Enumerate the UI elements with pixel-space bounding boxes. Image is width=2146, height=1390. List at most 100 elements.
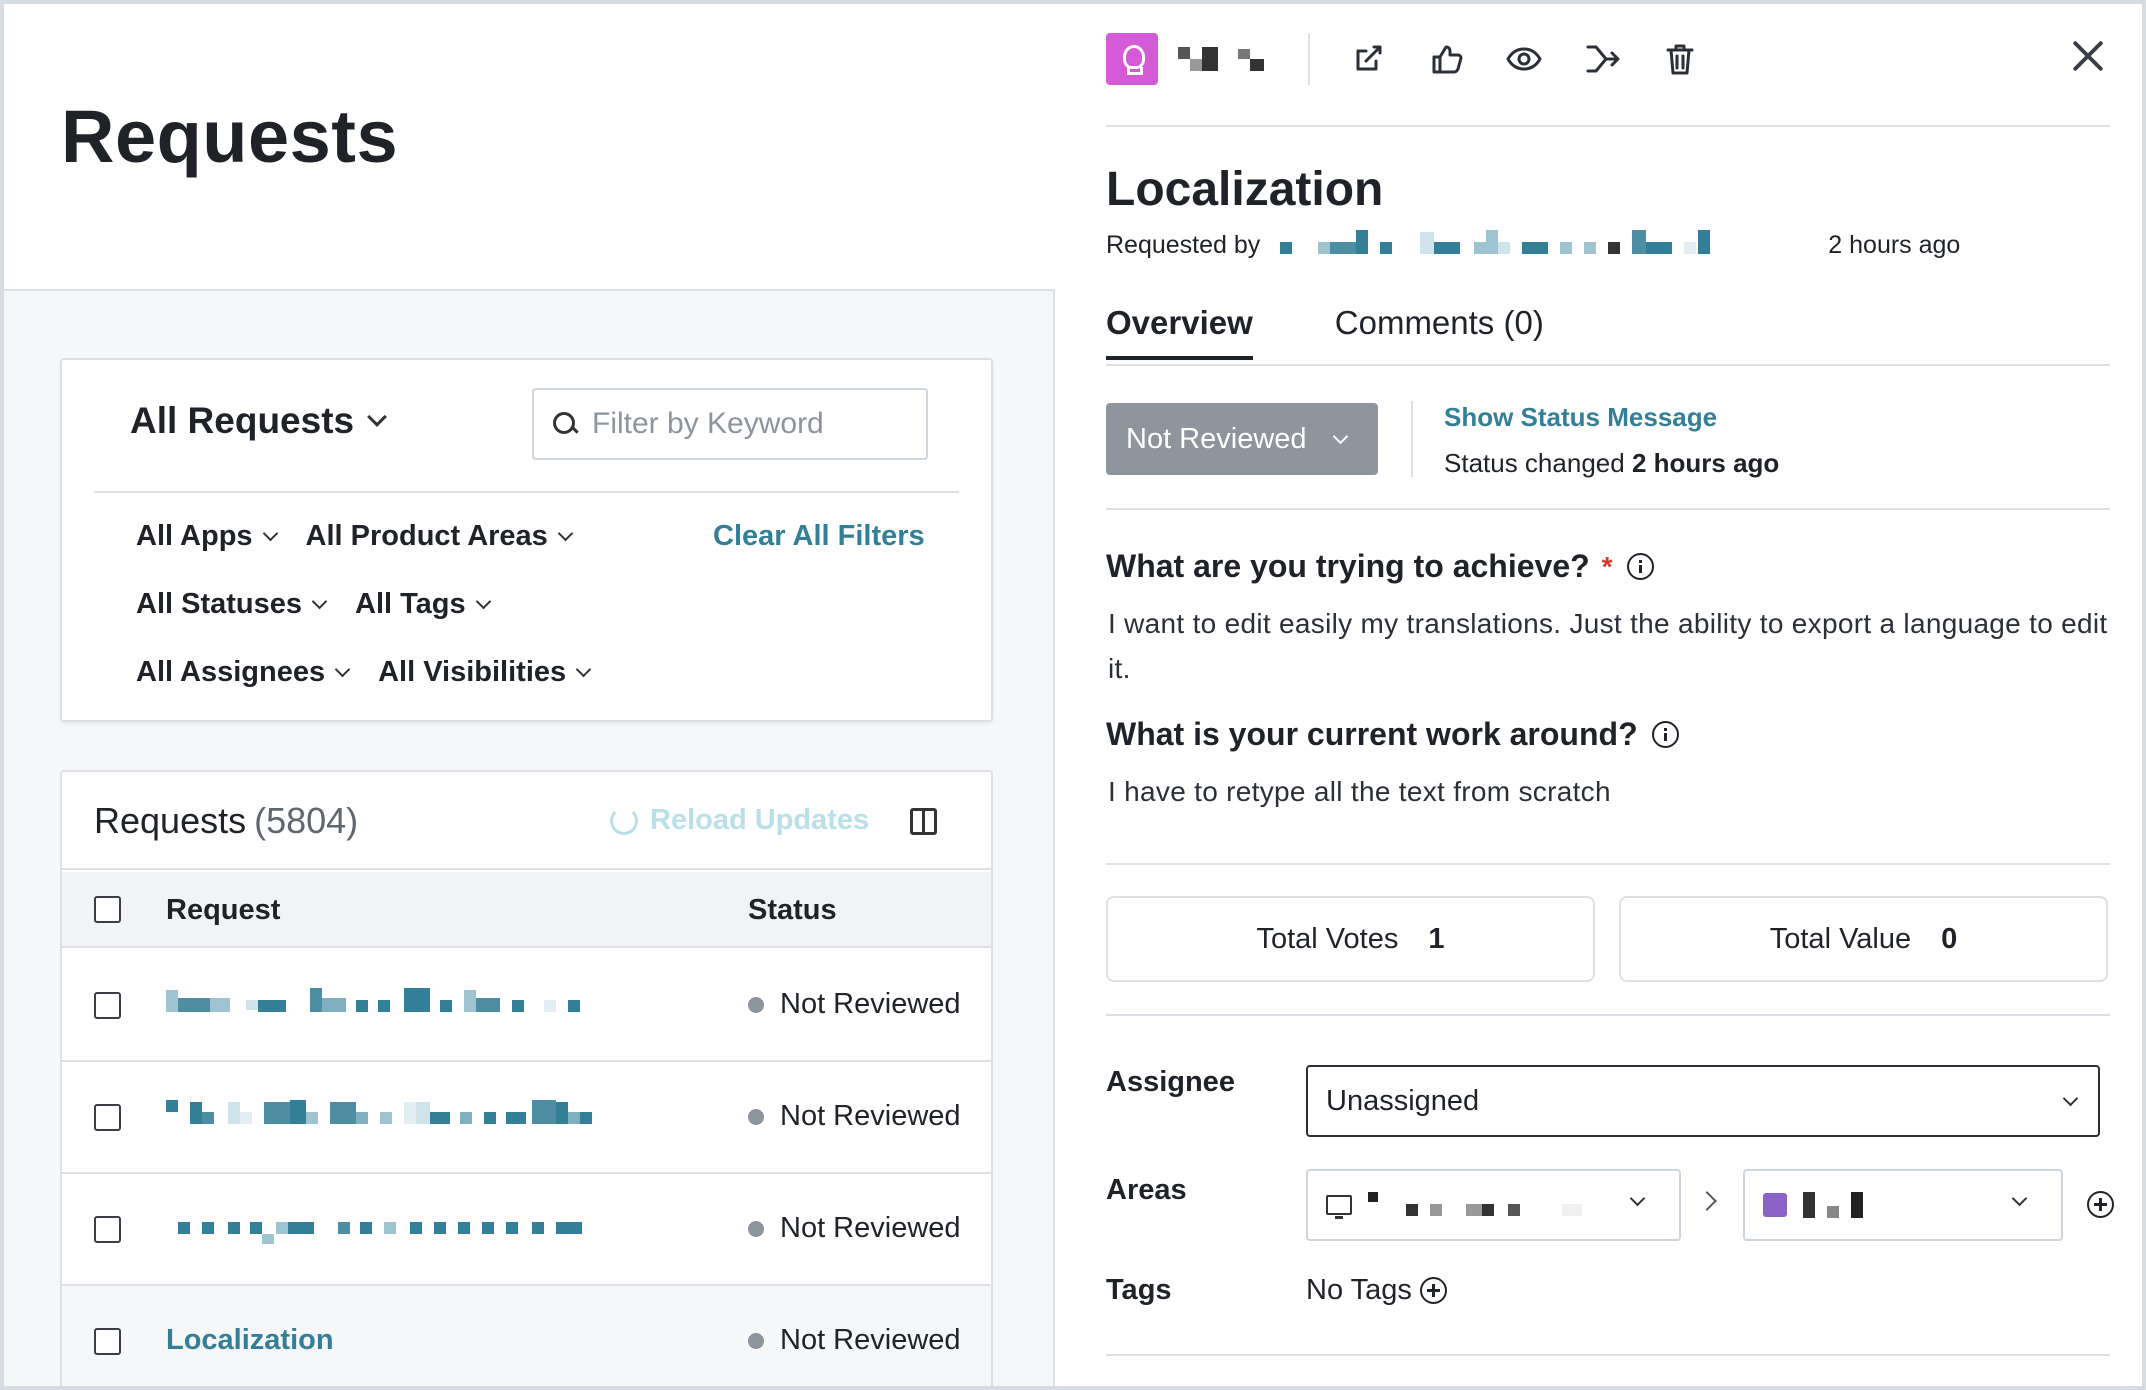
assignees-filter-label: All Assignees — [136, 656, 326, 688]
requests-table: Requests (5804) Reload Updates Request St… — [60, 770, 993, 1386]
row-checkbox[interactable] — [94, 1328, 121, 1355]
request-title-link[interactable]: Localization — [166, 1324, 334, 1357]
all-requests-dropdown[interactable]: All Requests — [130, 400, 388, 442]
eye-icon[interactable] — [1504, 39, 1544, 79]
status-dot — [748, 996, 764, 1013]
clear-all-filters-link[interactable]: Clear All Filters — [713, 520, 925, 553]
status-dot — [748, 1108, 764, 1125]
status-changed-prefix: Status changed — [1444, 448, 1625, 478]
request-detail-pane: Localization Requested by 2 hours ago Ov… — [1057, 4, 2142, 1386]
table-row[interactable]: Not Reviewed — [62, 950, 991, 1062]
info-icon[interactable] — [1651, 721, 1679, 748]
apps-filter[interactable]: All Apps — [136, 520, 278, 553]
divider — [1106, 1014, 2110, 1016]
app-area-select[interactable] — [1306, 1169, 1681, 1241]
areas-label: Areas — [1106, 1174, 1187, 1206]
add-tag-icon[interactable] — [1419, 1277, 1447, 1304]
status-dot — [748, 1332, 764, 1349]
status-dot — [748, 1220, 764, 1237]
thumbs-up-icon[interactable] — [1426, 39, 1466, 79]
reload-updates-button[interactable]: Reload Updates — [610, 804, 869, 837]
column-request: Request — [166, 894, 281, 926]
keyword-input[interactable] — [592, 407, 912, 441]
tab-comments[interactable]: Comments (0) — [1335, 304, 1544, 360]
requests-list-pane: Requests All Requests All Apps All Produ… — [4, 4, 1055, 1386]
question-text: What are you trying to achieve? — [1106, 548, 1590, 584]
row-checkbox[interactable] — [94, 1216, 121, 1243]
detail-toolbar — [1106, 32, 1700, 86]
table-row[interactable]: Not Reviewed — [62, 1174, 991, 1286]
close-icon[interactable] — [2070, 38, 2106, 74]
assignee-value: Unassigned — [1326, 1084, 1480, 1117]
chevron-down-icon — [334, 661, 351, 678]
chevron-down-icon — [2062, 1090, 2079, 1106]
tags-filter[interactable]: All Tags — [355, 588, 491, 621]
answer-goal: I want to edit easily my translations. J… — [1108, 608, 2108, 684]
info-icon[interactable] — [1626, 553, 1654, 580]
toolbar-divider — [1308, 33, 1310, 85]
requested-by-label: Requested by — [1106, 230, 1261, 259]
add-area-icon[interactable] — [2087, 1191, 2114, 1218]
status-dropdown[interactable]: Not Reviewed — [1106, 403, 1378, 475]
columns-toggle-icon[interactable] — [910, 808, 937, 835]
filter-panel: All Requests All Apps All Product Areas … — [60, 358, 993, 722]
request-status: Not Reviewed — [748, 1100, 961, 1133]
show-status-message-link[interactable]: Show Status Message — [1444, 402, 1717, 433]
keyword-filter[interactable] — [532, 388, 928, 460]
redacted-badge — [1178, 39, 1218, 79]
row-checkbox[interactable] — [94, 992, 121, 1019]
chevron-down-icon — [311, 593, 328, 610]
page-header: Requests — [4, 4, 1055, 291]
assignees-filter[interactable]: All Assignees — [136, 656, 351, 689]
divider — [1106, 125, 2110, 127]
row-checkbox[interactable] — [94, 1104, 121, 1131]
redacted-requester — [1280, 230, 1820, 260]
search-icon — [552, 411, 578, 437]
status-text: Not Reviewed — [780, 1100, 961, 1132]
vertical-divider — [1411, 401, 1413, 477]
assignee-select[interactable]: Unassigned — [1306, 1065, 2100, 1137]
status-text: Not Reviewed — [780, 1324, 961, 1356]
divider — [1106, 508, 2110, 510]
status-changed-time: 2 hours ago — [1631, 448, 1780, 478]
statuses-filter[interactable]: All Statuses — [136, 588, 328, 621]
list-title: Requests (5804) — [94, 800, 358, 842]
requested-time: 2 hours ago — [1828, 230, 1961, 259]
table-row-selected[interactable]: Localization Not Reviewed — [62, 1286, 991, 1386]
request-title: Localization — [1106, 163, 1384, 216]
trash-icon[interactable] — [1660, 39, 1700, 79]
product-areas-filter-label: All Product Areas — [305, 520, 548, 552]
status-changed-text: Status changed 2 hours ago — [1444, 448, 1779, 479]
statuses-filter-label: All Statuses — [136, 588, 302, 620]
tabs-divider — [1106, 364, 2110, 366]
select-all-checkbox[interactable] — [94, 896, 121, 923]
request-status: Not Reviewed — [748, 1212, 961, 1245]
chevron-down-icon — [262, 525, 278, 542]
merge-icon[interactable] — [1582, 39, 1622, 79]
total-votes-value: 1 — [1428, 922, 1445, 955]
lightbulb-icon[interactable] — [1106, 33, 1158, 85]
visibilities-filter-label: All Visibilities — [378, 656, 567, 688]
tags-filter-label: All Tags — [355, 588, 466, 620]
detail-tabs: Overview Comments (0) — [1106, 304, 1544, 360]
chevron-down-icon — [1332, 428, 1348, 444]
filter-row-2: All Statuses All Tags — [136, 588, 491, 621]
external-link-icon[interactable] — [1348, 39, 1388, 79]
reload-updates-label: Reload Updates — [650, 804, 870, 836]
chevron-right-icon — [1697, 1191, 1717, 1211]
question-text: What is your current work around? — [1106, 716, 1638, 752]
visibilities-filter[interactable]: All Visibilities — [378, 656, 592, 689]
status-dropdown-label: Not Reviewed — [1126, 422, 1307, 455]
requested-by: Requested by 2 hours ago — [1106, 230, 1960, 260]
table-header: Request Status — [62, 872, 991, 948]
table-row[interactable]: Not Reviewed — [62, 1062, 991, 1174]
tags-value-text: No Tags — [1306, 1274, 1412, 1306]
product-area-select[interactable] — [1743, 1169, 2063, 1241]
divider — [1106, 863, 2110, 865]
tab-overview[interactable]: Overview — [1106, 304, 1253, 360]
product-areas-filter[interactable]: All Product Areas — [305, 520, 574, 553]
required-indicator: * — [1601, 550, 1613, 582]
list-title-text: Requests — [94, 800, 247, 841]
monitor-icon — [1326, 1195, 1352, 1219]
all-requests-label: All Requests — [130, 400, 355, 441]
